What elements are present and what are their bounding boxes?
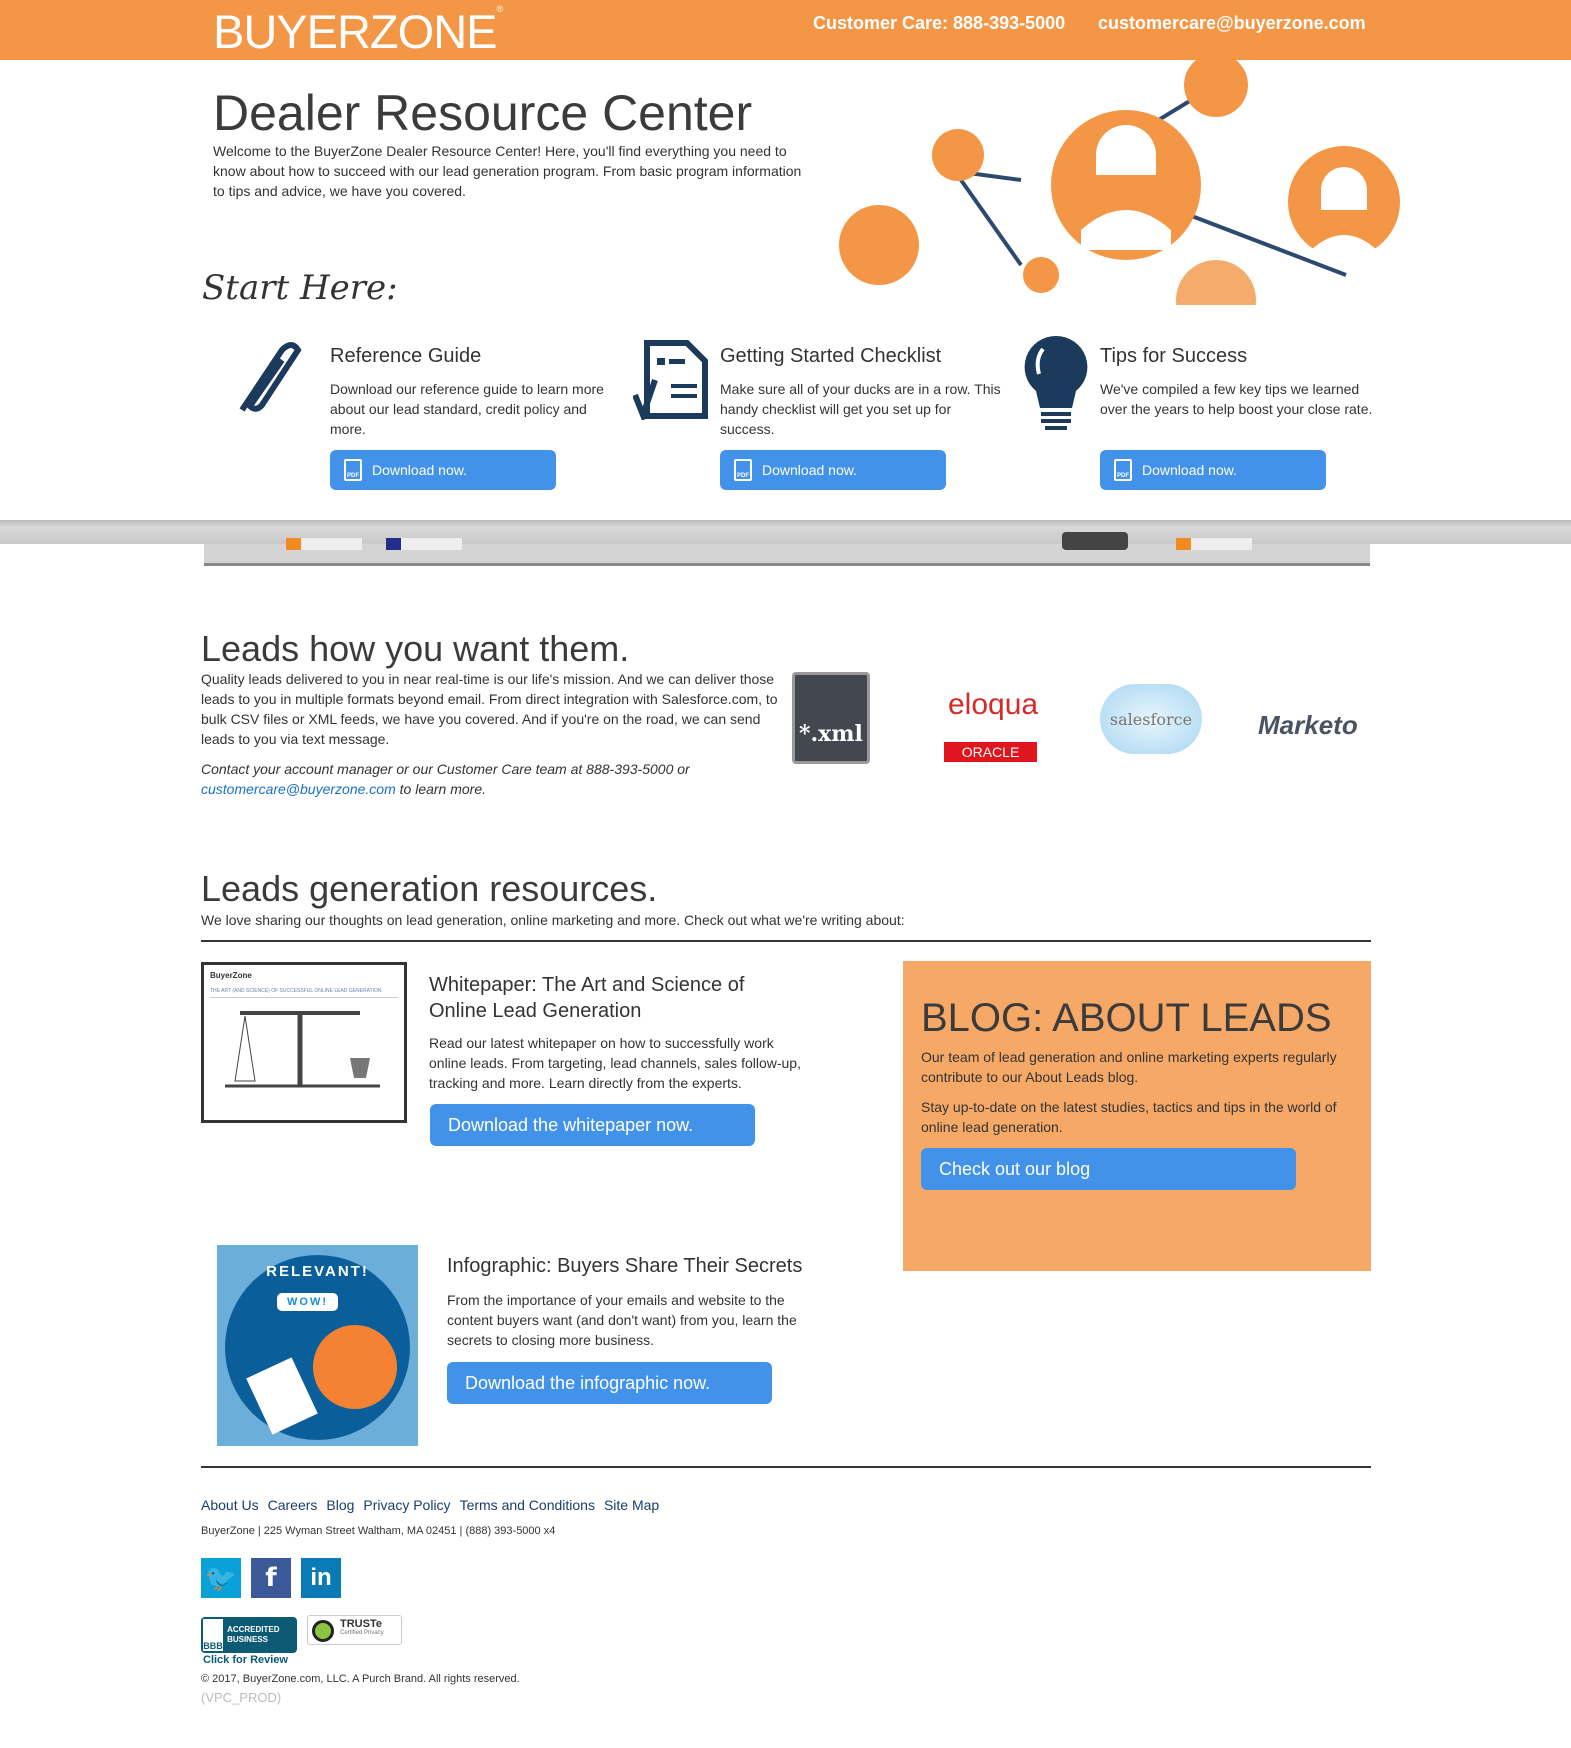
whitepaper-title: Whitepaper: The Art and Science of Onlin… [429,974,745,1022]
eloqua-logo: eloqua [948,688,1039,721]
footer-link-privacy[interactable]: Privacy Policy [363,1497,450,1513]
marketo-logo: Marketo [1258,710,1358,740]
button-label: Download now. [762,462,857,478]
twitter-icon[interactable]: 🐦 [201,1558,241,1598]
eraser-icon [1062,532,1128,550]
facebook-icon[interactable]: f [251,1558,291,1598]
infographic-title: Infographic: Buyers Share Their Secrets [447,1255,803,1277]
linkedin-icon[interactable]: in [301,1558,341,1598]
truste-icon [312,1620,334,1642]
checklist-download-button[interactable]: PDF Download now. [720,450,946,490]
customer-care-phone: Customer Care: 888-393-5000 [813,13,1066,33]
footer-links: About Us Careers Blog Privacy Policy Terms a… [201,1497,668,1515]
blog-desc-1: Our team of lead generation and online m… [921,1049,1337,1085]
start-here-heading: Start Here: [202,268,398,308]
contact-text: Contact your account manager or our Cust… [201,761,690,777]
leads-heading: Leads how you want them. [201,628,630,669]
footer-link-blog[interactable]: Blog [326,1497,354,1513]
orange-marker-icon [286,538,362,550]
customer-care-email[interactable]: customercare@buyerzone.com [1098,13,1366,34]
bbb-torch-icon: BBB [203,1619,224,1651]
thumb-bubble: WOW! [277,1293,338,1311]
lightbulb-icon [1024,335,1088,430]
checklist-title: Getting Started Checklist [720,345,942,367]
whitepaper-desc: Read our latest whitepaper on how to suc… [429,1035,801,1091]
tips-title: Tips for Success [1100,345,1248,367]
blue-marker-icon [386,538,462,550]
environment-label: (VPC_PROD) [201,1690,282,1705]
orange-marker-icon [1176,538,1252,550]
resources-heading: Leads generation resources. [201,868,658,909]
network-illustration [839,60,1400,305]
whitepaper-thumbnail[interactable]: BuyerZone THE ART (AND SCIENCE) OF SUCCE… [201,962,407,1123]
buyerzone-logo[interactable]: BUYERZONE® [213,4,503,59]
truste-badge[interactable]: TRUSTe Certified Privacy [307,1615,402,1645]
contact-end: to learn more. [395,781,487,797]
footer-address: BuyerZone | 225 Wyman Street Waltham, MA… [201,1525,556,1537]
footer-link-about[interactable]: About Us [201,1497,259,1513]
truste-sub: Certified Privacy [340,1630,384,1636]
footer-link-sitemap[interactable]: Site Map [604,1497,659,1513]
header-bar: BUYERZONE® Customer Care: 888-393-5000 c… [0,0,1571,60]
page-title: Dealer Resource Center [213,85,753,141]
paperclip-icon [239,342,302,412]
blog-desc-2: Stay up-to-date on the latest studies, t… [921,1099,1337,1135]
footer-link-terms[interactable]: Terms and Conditions [460,1497,595,1513]
reference-guide-desc: Download our reference guide to learn mo… [330,381,604,437]
blog-title: BLOG: ABOUT LEADS [921,996,1332,1040]
infographic-desc: From the importance of your emails and w… [447,1292,797,1348]
reference-guide-title: Reference Guide [330,345,482,367]
divider [201,940,1371,942]
button-label: Download now. [372,462,467,478]
leads-contact: Contact your account manager or our Cust… [201,759,781,799]
whiteboard-rail [0,520,1571,544]
smiley-icon [313,1325,397,1409]
intro-text: Welcome to the BuyerZone Dealer Resource… [213,143,802,199]
resources-subtitle: We love sharing our thoughts on lead gen… [201,912,905,928]
checklist-desc: Make sure all of your ducks are in a row… [720,381,1001,437]
thumb-top-text: RELEVANT! [266,1263,369,1280]
salesforce-logo: salesforce [1100,684,1202,754]
whitepaper-download-button[interactable]: Download the whitepaper now. [430,1104,755,1146]
infographic-thumbnail[interactable]: RELEVANT! WOW! [217,1245,418,1446]
pdf-icon: PDF [734,459,752,481]
contact-email-link[interactable]: customercare@buyerzone.com [201,781,396,797]
thumb-brand: BuyerZone [210,971,252,980]
infographic-download-button[interactable]: Download the infographic now. [447,1362,772,1404]
pdf-icon: PDF [1114,459,1132,481]
thumb-title: THE ART (AND SCIENCE) OF SUCCESSFUL ONLI… [210,988,398,998]
xml-logo: *.xml [792,672,870,764]
checklist-icon [633,340,708,420]
footer-link-careers[interactable]: Careers [268,1497,318,1513]
leads-body: Quality leads delivered to you in near r… [201,671,778,747]
button-label: Download now. [1142,462,1237,478]
reference-guide-download-button[interactable]: PDF Download now. [330,450,556,490]
footer-divider [201,1466,1371,1468]
copyright: © 2017, BuyerZone.com, LLC. A Purch Bran… [201,1673,520,1685]
blog-button[interactable]: Check out our blog [921,1148,1296,1190]
bbb-review-link[interactable]: Click for Review [203,1654,288,1666]
scale-icon [225,1011,380,1088]
logo-text: BUYERZONE [213,5,497,58]
pdf-icon: PDF [344,459,362,481]
oracle-logo: ORACLE [944,742,1037,762]
truste-text: TRUSTe [340,1618,382,1630]
bbb-text: ACCREDITED BUSINESS [227,1625,280,1644]
tips-desc: We've compiled a few key tips we learned… [1100,381,1373,417]
bbb-badge[interactable]: BBB ACCREDITED BUSINESS [201,1617,297,1653]
tips-download-button[interactable]: PDF Download now. [1100,450,1326,490]
